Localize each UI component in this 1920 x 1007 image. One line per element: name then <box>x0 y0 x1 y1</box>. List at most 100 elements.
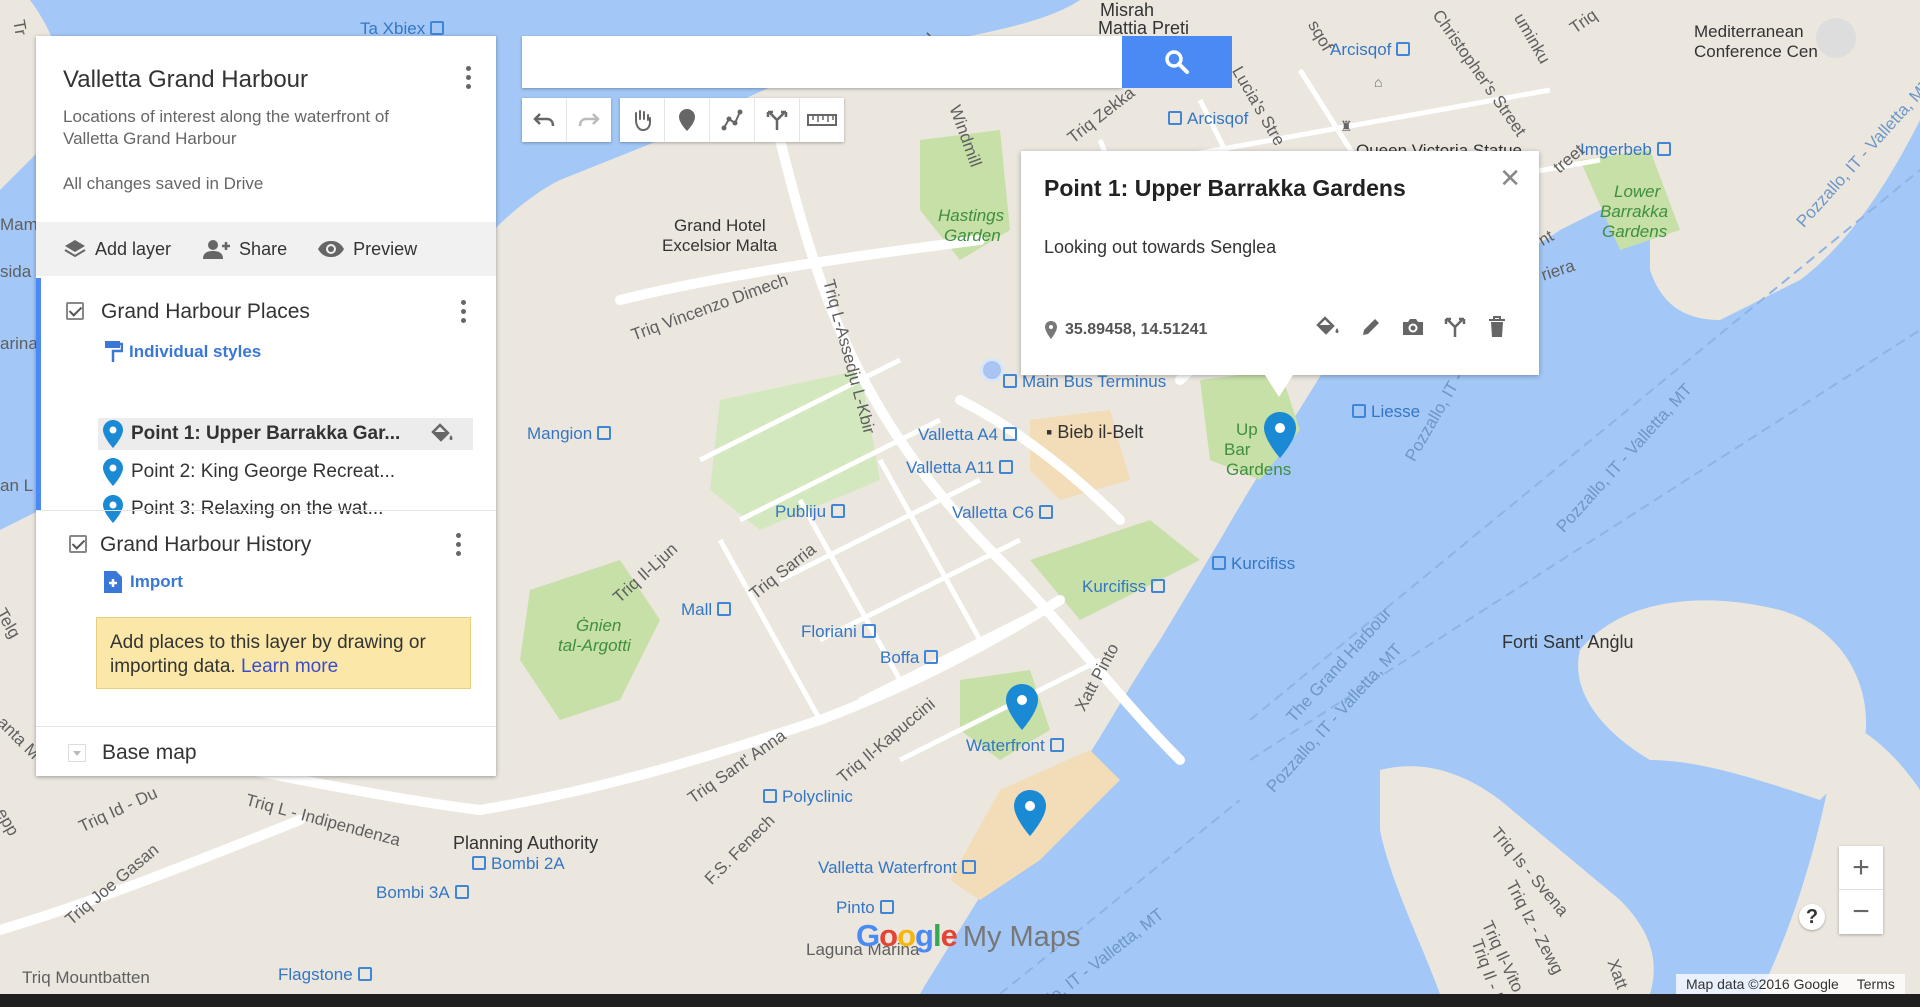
label-planning-authority: Planning Authority <box>453 833 599 853</box>
label-mam: Mam <box>0 215 38 234</box>
label-mangion: Mangion <box>527 424 612 444</box>
label-flagstone: Flagstone <box>278 965 372 985</box>
map-attribution: Map data ©2016 Google Terms <box>1676 974 1905 994</box>
label-bombi-3a: Bombi 3A <box>376 883 469 903</box>
add-person-icon <box>203 240 231 259</box>
label-triq-mountbatten: Triq Mountbatten <box>22 968 150 987</box>
point-1-label: Point 1: Upper Barrakka Gar... <box>131 423 401 444</box>
ruler-icon <box>807 114 837 126</box>
feature-info-window: Point 1: Upper Barrakka Gardens ✕ Lookin… <box>1021 151 1539 397</box>
delete-button[interactable] <box>1483 313 1511 341</box>
save-status: All changes saved in Drive <box>63 174 264 193</box>
pan-tool-button[interactable] <box>620 98 665 142</box>
label-mall: Mall <box>681 600 732 620</box>
drawing-tools <box>620 98 844 142</box>
monument-icon: ♜ <box>1340 118 1353 134</box>
search-input[interactable] <box>532 36 1096 86</box>
directions-to-here-button[interactable] <box>1441 313 1469 341</box>
close-icon[interactable]: ✕ <box>1499 163 1521 194</box>
label-arina: arina <box>0 334 38 353</box>
add-marker-button[interactable] <box>665 98 710 142</box>
undo-button[interactable] <box>522 98 567 142</box>
individual-styles-label: Individual styles <box>129 342 262 361</box>
individual-styles-link[interactable]: Individual styles <box>103 340 261 364</box>
draw-line-button[interactable] <box>710 98 755 142</box>
redo-icon <box>578 113 600 127</box>
map-title[interactable]: Valletta Grand Harbour <box>63 66 308 94</box>
add-layer-button[interactable]: Add layer <box>63 238 171 260</box>
label-upper-1: Up <box>1236 420 1258 439</box>
import-file-icon <box>104 571 122 593</box>
zoom-out-button[interactable]: − <box>1839 890 1883 934</box>
layer-2-title[interactable]: Grand Harbour History <box>100 533 311 557</box>
directions-icon <box>1444 317 1466 337</box>
style-button[interactable] <box>1315 313 1343 341</box>
base-map-section[interactable]: Base map <box>36 726 496 777</box>
pencil-icon <box>1363 319 1379 335</box>
add-places-hint: Add places to this layer by drawing or i… <box>96 617 471 689</box>
import-link[interactable]: Import <box>104 571 183 593</box>
label-polyclinic: Polyclinic <box>763 787 853 807</box>
share-label: Share <box>239 238 288 259</box>
label-kurcifiss-2: Kurcifiss <box>1082 577 1166 597</box>
street-view-icon[interactable] <box>1816 18 1856 58</box>
map-options-button[interactable] <box>464 66 472 89</box>
label-arcisqof: Arcisqof <box>1168 109 1248 129</box>
layer-item-point-2[interactable]: Point 2: King George Recreat... <box>98 456 473 488</box>
label-upper-3: Gardens <box>1226 460 1292 479</box>
draw-line-icon <box>721 109 743 131</box>
redo-button[interactable] <box>567 98 611 142</box>
label-upper-2: Bar <box>1224 440 1251 459</box>
bottom-strip <box>0 994 1920 1007</box>
camera-icon <box>1403 319 1423 335</box>
measure-button[interactable] <box>800 98 844 142</box>
add-photo-button[interactable] <box>1399 313 1427 341</box>
terms-link[interactable]: Terms <box>1857 976 1895 992</box>
landmark-icon: ⌂ <box>1374 74 1383 90</box>
undo-icon <box>533 113 555 127</box>
edit-button[interactable] <box>1357 313 1385 341</box>
style-bucket-icon[interactable] <box>431 423 455 445</box>
layer-grand-harbour-places: Grand Harbour Places Individual styles P… <box>36 278 496 523</box>
directions-button[interactable] <box>755 98 800 142</box>
blue-pin-icon <box>103 458 123 486</box>
label-liesse: Liesse <box>1352 402 1420 422</box>
info-description: Looking out towards Senglea <box>1044 237 1277 257</box>
label-grand-hotel-1: Grand Hotel <box>674 216 766 235</box>
layer-2-checkbox[interactable] <box>69 535 87 553</box>
zoom-control: + − <box>1839 846 1883 934</box>
map-description[interactable]: Locations of interest along the waterfro… <box>63 106 443 150</box>
paint-bucket-icon <box>1316 316 1339 335</box>
layer-1-title[interactable]: Grand Harbour Places <box>101 300 310 324</box>
label-bombi-2a: Bombi 2A <box>472 854 565 874</box>
marker-icon <box>679 109 695 131</box>
zoom-in-button[interactable]: + <box>1839 846 1883 890</box>
help-button[interactable]: ? <box>1799 904 1825 930</box>
label-kurcifiss-1: Kurcifiss <box>1212 554 1295 574</box>
google-my-maps-logo: Google My Maps <box>856 918 1081 953</box>
search-icon <box>1165 50 1189 74</box>
coordinates-text: 35.89458, 14.51241 <box>1065 321 1208 338</box>
layer-grand-harbour-history: Grand Harbour History Import Add places … <box>36 510 496 727</box>
my-location-icon <box>980 358 1004 382</box>
label-lower-3: Gardens <box>1602 222 1668 241</box>
directions-icon <box>766 110 788 130</box>
trash-icon <box>1489 316 1505 337</box>
blue-pin-icon <box>103 420 123 448</box>
label-lower-2: Barrakka <box>1600 202 1669 221</box>
expand-arrow-icon[interactable] <box>68 744 86 762</box>
search-button[interactable] <box>1122 36 1232 88</box>
layer-item-point-1[interactable]: Point 1: Upper Barrakka Gar... <box>98 418 473 450</box>
label-hastings-1: Hastings <box>938 206 1005 225</box>
eye-icon <box>318 241 345 257</box>
label-mediterranean: Mediterranean <box>1694 22 1804 41</box>
layer-1-options-button[interactable] <box>459 300 467 323</box>
preview-button[interactable]: Preview <box>317 239 417 260</box>
layer-1-checkbox[interactable] <box>66 302 84 320</box>
layer-2-options-button[interactable] <box>454 533 462 556</box>
learn-more-link[interactable]: Learn more <box>241 656 338 677</box>
share-button[interactable]: Share <box>201 238 287 260</box>
point-2-label: Point 2: King George Recreat... <box>131 461 396 482</box>
label-arcisqof-top: Arcisqof <box>1330 40 1411 60</box>
label-boffa: Boffa <box>880 648 939 668</box>
